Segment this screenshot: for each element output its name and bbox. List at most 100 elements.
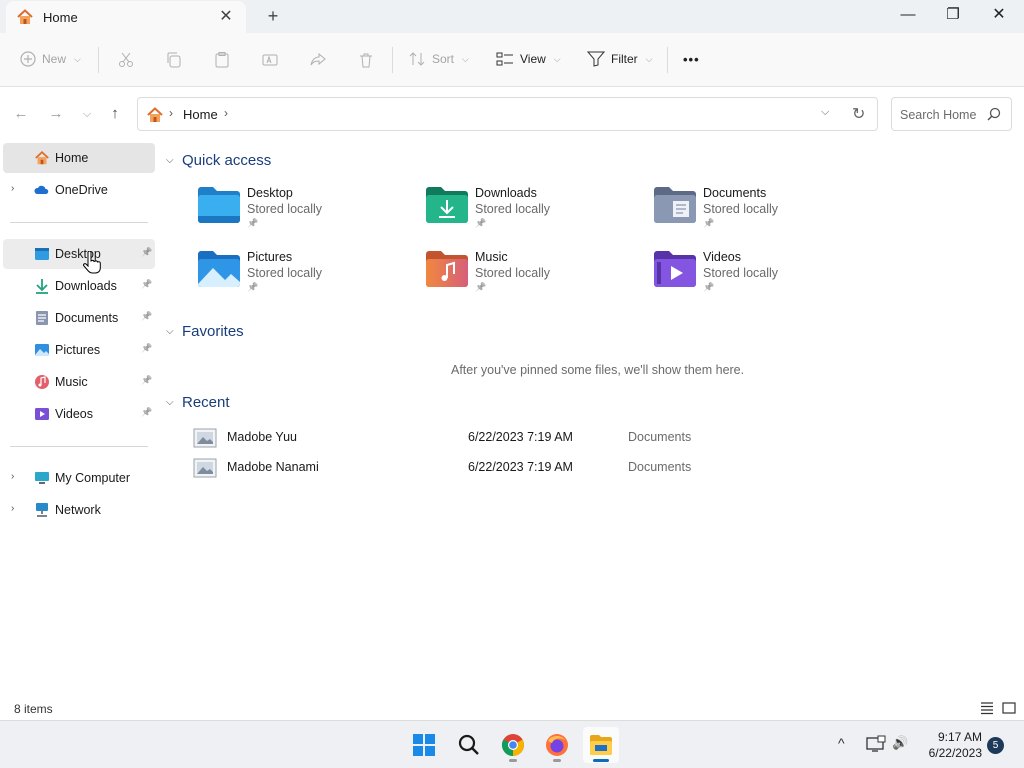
chevron-down-icon[interactable]: ⌵ <box>166 397 176 408</box>
chevron-right-icon[interactable]: › <box>11 471 14 482</box>
new-button[interactable]: New ⌵ <box>20 45 81 73</box>
search-box[interactable]: Search Home <box>891 97 1012 131</box>
taskbar: ^ 🔊 9:17 AM 6/22/2023 5 <box>0 720 1024 768</box>
show-hidden-icons-button[interactable]: ^ <box>838 735 845 751</box>
chevron-right-icon[interactable]: › <box>224 106 228 120</box>
sidebar-item-label: Network <box>55 503 101 517</box>
sidebar-item-music[interactable]: Music 📌 <box>3 367 155 397</box>
delete-icon[interactable] <box>357 51 375 69</box>
sidebar-item-home[interactable]: Home <box>3 143 155 173</box>
notification-badge[interactable]: 5 <box>987 737 1004 754</box>
sidebar-item-network[interactable]: › Network <box>3 495 155 525</box>
sidebar-item-my-computer[interactable]: › My Computer <box>3 463 155 493</box>
sidebar-item-pictures[interactable]: Pictures 📌 <box>3 335 155 365</box>
sidebar-item-downloads[interactable]: Downloads 📌 <box>3 271 155 301</box>
tiles-view-icon[interactable] <box>1002 701 1016 715</box>
plus-circle-icon <box>20 51 36 67</box>
sidebar-item-label: Pictures <box>55 343 101 357</box>
forward-button[interactable]: → <box>45 103 67 125</box>
search-icon[interactable] <box>987 107 1001 121</box>
file-location: Documents <box>628 460 692 474</box>
pin-icon: 📌 <box>475 282 487 292</box>
section-title: Quick access <box>182 152 272 169</box>
up-button[interactable]: ↑ <box>104 103 126 125</box>
network-status-icon[interactable] <box>866 735 886 753</box>
details-view-icon[interactable] <box>980 701 994 715</box>
more-options-button[interactable]: ••• <box>683 45 700 73</box>
quick-access-item-pictures[interactable]: Pictures Stored locally 📌 <box>197 250 397 306</box>
sidebar-item-onedrive[interactable]: › OneDrive <box>3 175 155 205</box>
breadcrumb-home[interactable]: Home <box>183 107 218 122</box>
favorites-header[interactable]: ⌵ Favorites <box>166 323 244 340</box>
file-name: Madobe Nanami <box>227 460 319 474</box>
pin-icon[interactable]: 📌 <box>141 311 152 322</box>
recent-file-row[interactable]: Madobe Nanami 6/22/2023 7:19 AM Document… <box>193 455 713 481</box>
refresh-icon[interactable]: ↻ <box>852 104 865 124</box>
pictures-folder-icon <box>198 251 240 287</box>
sort-button[interactable]: Sort ⌵ <box>408 45 469 73</box>
rename-icon[interactable] <box>261 51 279 69</box>
sort-label: Sort <box>432 52 455 66</box>
close-button[interactable]: ✕ <box>976 0 1022 32</box>
quick-access-header[interactable]: ⌵ Quick access <box>166 152 271 169</box>
pin-icon[interactable]: 📌 <box>141 375 152 386</box>
item-name: Videos <box>703 250 741 264</box>
hand-cursor-icon <box>83 251 101 274</box>
firefox-taskbar-app[interactable] <box>539 727 575 763</box>
search-button[interactable] <box>451 727 487 763</box>
sidebar-item-label: Music <box>55 375 88 389</box>
clock[interactable]: 9:17 AM 6/22/2023 <box>920 729 982 761</box>
back-button[interactable]: ← <box>10 103 32 125</box>
pin-icon: 📌 <box>703 282 715 292</box>
quick-access-item-downloads[interactable]: Downloads Stored locally 📌 <box>425 186 625 242</box>
address-dropdown-icon[interactable]: ⌵ <box>821 106 829 119</box>
chevron-down-icon[interactable]: ⌵ <box>166 155 176 166</box>
file-explorer-taskbar-app[interactable] <box>583 727 619 763</box>
recent-locations-button[interactable]: ⌵ <box>76 103 98 125</box>
address-bar[interactable]: › Home › ⌵ ↻ <box>137 97 878 131</box>
sidebar-item-desktop[interactable]: Desktop 📌 <box>3 239 155 269</box>
clock-date: 6/22/2023 <box>928 746 982 760</box>
tab-home[interactable]: Home ✕ <box>6 1 246 33</box>
cloud-icon <box>34 185 49 194</box>
pin-icon[interactable]: 📌 <box>141 407 152 418</box>
maximize-button[interactable]: ❐ <box>930 0 976 32</box>
quick-access-item-music[interactable]: Music Stored locally 📌 <box>425 250 625 306</box>
search-placeholder: Search Home <box>900 108 977 122</box>
quick-access-item-documents[interactable]: Documents Stored locally 📌 <box>653 186 853 242</box>
documents-folder-icon <box>654 187 696 223</box>
active-indicator <box>593 759 609 762</box>
recent-file-row[interactable]: Madobe Yuu 6/22/2023 7:19 AM Documents <box>193 425 713 451</box>
pin-icon[interactable]: 📌 <box>141 279 152 290</box>
chevron-right-icon[interactable]: › <box>169 106 173 120</box>
tab-close-icon[interactable]: ✕ <box>216 7 236 27</box>
volume-icon[interactable]: 🔊 <box>892 735 908 751</box>
pin-icon[interactable]: 📌 <box>141 343 152 354</box>
sidebar-item-documents[interactable]: Documents 📌 <box>3 303 155 333</box>
item-status: Stored locally <box>247 266 323 280</box>
paste-icon[interactable] <box>213 51 231 69</box>
view-label: View <box>520 52 546 66</box>
chrome-taskbar-app[interactable] <box>495 727 531 763</box>
share-icon[interactable] <box>309 51 327 69</box>
chevron-down-icon[interactable]: ⌵ <box>166 326 176 337</box>
copy-icon[interactable] <box>165 51 183 69</box>
chevron-right-icon[interactable]: › <box>11 183 14 194</box>
quick-access-item-desktop[interactable]: Desktop Stored locally 📌 <box>197 186 397 242</box>
network-icon <box>36 503 48 517</box>
quick-access-item-videos[interactable]: Videos Stored locally 📌 <box>653 250 853 306</box>
chevron-right-icon[interactable]: › <box>11 503 14 514</box>
section-title: Favorites <box>182 323 244 340</box>
divider <box>392 47 393 73</box>
divider <box>10 446 148 447</box>
minimize-button[interactable]: — <box>885 0 931 32</box>
start-button[interactable] <box>406 727 442 763</box>
pin-icon[interactable]: 📌 <box>141 247 152 258</box>
recent-header[interactable]: ⌵ Recent <box>166 394 230 411</box>
new-tab-button[interactable]: + <box>262 5 284 27</box>
sidebar-item-videos[interactable]: Videos 📌 <box>3 399 155 429</box>
view-button[interactable]: View ⌵ <box>496 45 561 73</box>
filter-button[interactable]: Filter ⌵ <box>587 45 653 73</box>
cut-icon[interactable] <box>117 51 135 69</box>
pin-icon: 📌 <box>247 282 259 292</box>
